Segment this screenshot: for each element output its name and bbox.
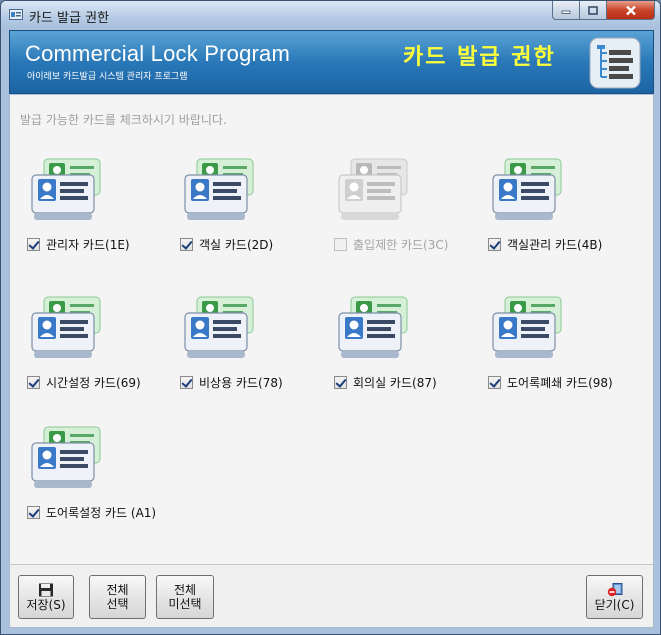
save-label: 저장(S) <box>26 597 66 612</box>
card-label: 도어록폐쇄 카드(98) <box>507 376 613 390</box>
card-checkbox[interactable] <box>27 506 40 519</box>
card-label: 객실 카드(2D) <box>199 238 274 252</box>
card-icon <box>31 158 101 220</box>
close-label: 닫기(C) <box>594 597 635 612</box>
deselect-all-label-line2: 미선택 <box>168 597 202 611</box>
program-subtitle: 아이레보 카드발급 시스템 관리자 프로그램 <box>27 72 188 82</box>
card-icon <box>492 296 562 358</box>
card-label: 관리자 카드(1E) <box>46 238 130 252</box>
card-label: 비상용 카드(78) <box>199 376 283 390</box>
card-checkbox[interactable] <box>27 376 40 389</box>
minimize-icon <box>561 10 571 14</box>
close-icon <box>625 5 636 15</box>
title-bar[interactable]: 카드 발급 권한 <box>1 1 660 29</box>
card-checkbox[interactable] <box>180 238 193 251</box>
card-label: 도어록설정 카드 (A1) <box>46 506 157 520</box>
program-title: Commercial Lock Program <box>25 41 291 66</box>
floppy-disk-icon <box>39 583 53 596</box>
app-icon <box>9 9 23 20</box>
card-label: 시간설정 카드(69) <box>46 376 141 390</box>
card-option[interactable]: 비상용 카드(78) <box>163 295 313 405</box>
card-icon <box>184 158 254 220</box>
card-label: 회의실 카드(87) <box>353 376 437 390</box>
card-option[interactable]: 객실관리 카드(4B) <box>471 157 621 267</box>
save-button[interactable]: 저장(S) <box>18 575 74 619</box>
select-all-label-line2: 선택 <box>106 597 129 611</box>
card-checkbox-row[interactable]: 출입제한 카드(3C) <box>334 236 448 253</box>
card-checkbox <box>334 238 347 251</box>
card-checkbox-row[interactable]: 회의실 카드(87) <box>334 374 437 391</box>
card-option[interactable]: 관리자 카드(1E) <box>10 157 160 267</box>
card-checkbox-row[interactable]: 비상용 카드(78) <box>180 374 283 391</box>
card-checkbox-row[interactable]: 시간설정 카드(69) <box>27 374 141 391</box>
card-checkbox[interactable] <box>27 238 40 251</box>
card-checkbox-row[interactable]: 도어록폐쇄 카드(98) <box>488 374 613 391</box>
page-title: 카드 발급 권한 <box>403 45 556 70</box>
app-window: 카드 발급 권한 Commercial Lock Program 아이레보 카드… <box>0 0 661 635</box>
card-icon <box>31 296 101 358</box>
card-checkbox[interactable] <box>488 376 501 389</box>
card-option[interactable]: 시간설정 카드(69) <box>10 295 160 405</box>
close-button[interactable]: 닫기(C) <box>586 575 643 619</box>
card-option[interactable]: 도어록설정 카드 (A1) <box>10 425 160 535</box>
card-checkbox[interactable] <box>180 376 193 389</box>
content-panel: 발급 가능한 카드를 체크하시기 바랍니다. 관리자 카드(1E) 객실 카드(2… <box>9 95 654 564</box>
button-bar: 저장(S) 전체 선택 전체 미선택 닫기(C) <box>9 564 654 628</box>
select-all-button[interactable]: 전체 선택 <box>89 575 146 619</box>
close-window-button[interactable] <box>607 1 655 20</box>
card-checkbox-row[interactable]: 객실 카드(2D) <box>180 236 273 253</box>
tree-list-icon <box>589 37 641 89</box>
minimize-button[interactable] <box>552 1 580 20</box>
card-icon <box>338 158 408 220</box>
card-checkbox-row[interactable]: 도어록설정 카드 (A1) <box>27 504 156 521</box>
select-all-label-line1: 전체 <box>106 583 129 597</box>
deselect-all-label-line1: 전체 <box>173 583 197 597</box>
card-icon <box>338 296 408 358</box>
card-icon <box>492 158 562 220</box>
card-checkbox[interactable] <box>334 376 347 389</box>
card-icon <box>31 426 101 488</box>
card-option[interactable]: 도어록폐쇄 카드(98) <box>471 295 621 405</box>
window-title: 카드 발급 권한 <box>29 11 110 26</box>
card-checkbox-row[interactable]: 객실관리 카드(4B) <box>488 236 602 253</box>
exit-icon <box>607 582 622 596</box>
card-option[interactable]: 객실 카드(2D) <box>163 157 313 267</box>
maximize-icon <box>588 5 598 15</box>
card-checkbox-row[interactable]: 관리자 카드(1E) <box>27 236 130 253</box>
deselect-all-button[interactable]: 전체 미선택 <box>156 575 214 619</box>
card-option[interactable]: 회의실 카드(87) <box>317 295 467 405</box>
card-label: 출입제한 카드(3C) <box>353 238 449 252</box>
card-checkbox[interactable] <box>488 238 501 251</box>
maximize-button[interactable] <box>580 1 607 20</box>
instruction-text: 발급 가능한 카드를 체크하시기 바랍니다. <box>20 113 227 127</box>
card-icon <box>184 296 254 358</box>
header-banner: Commercial Lock Program 아이레보 카드발급 시스템 관리… <box>9 30 654 94</box>
card-option[interactable]: 출입제한 카드(3C) <box>317 157 467 267</box>
card-label: 객실관리 카드(4B) <box>507 238 603 252</box>
